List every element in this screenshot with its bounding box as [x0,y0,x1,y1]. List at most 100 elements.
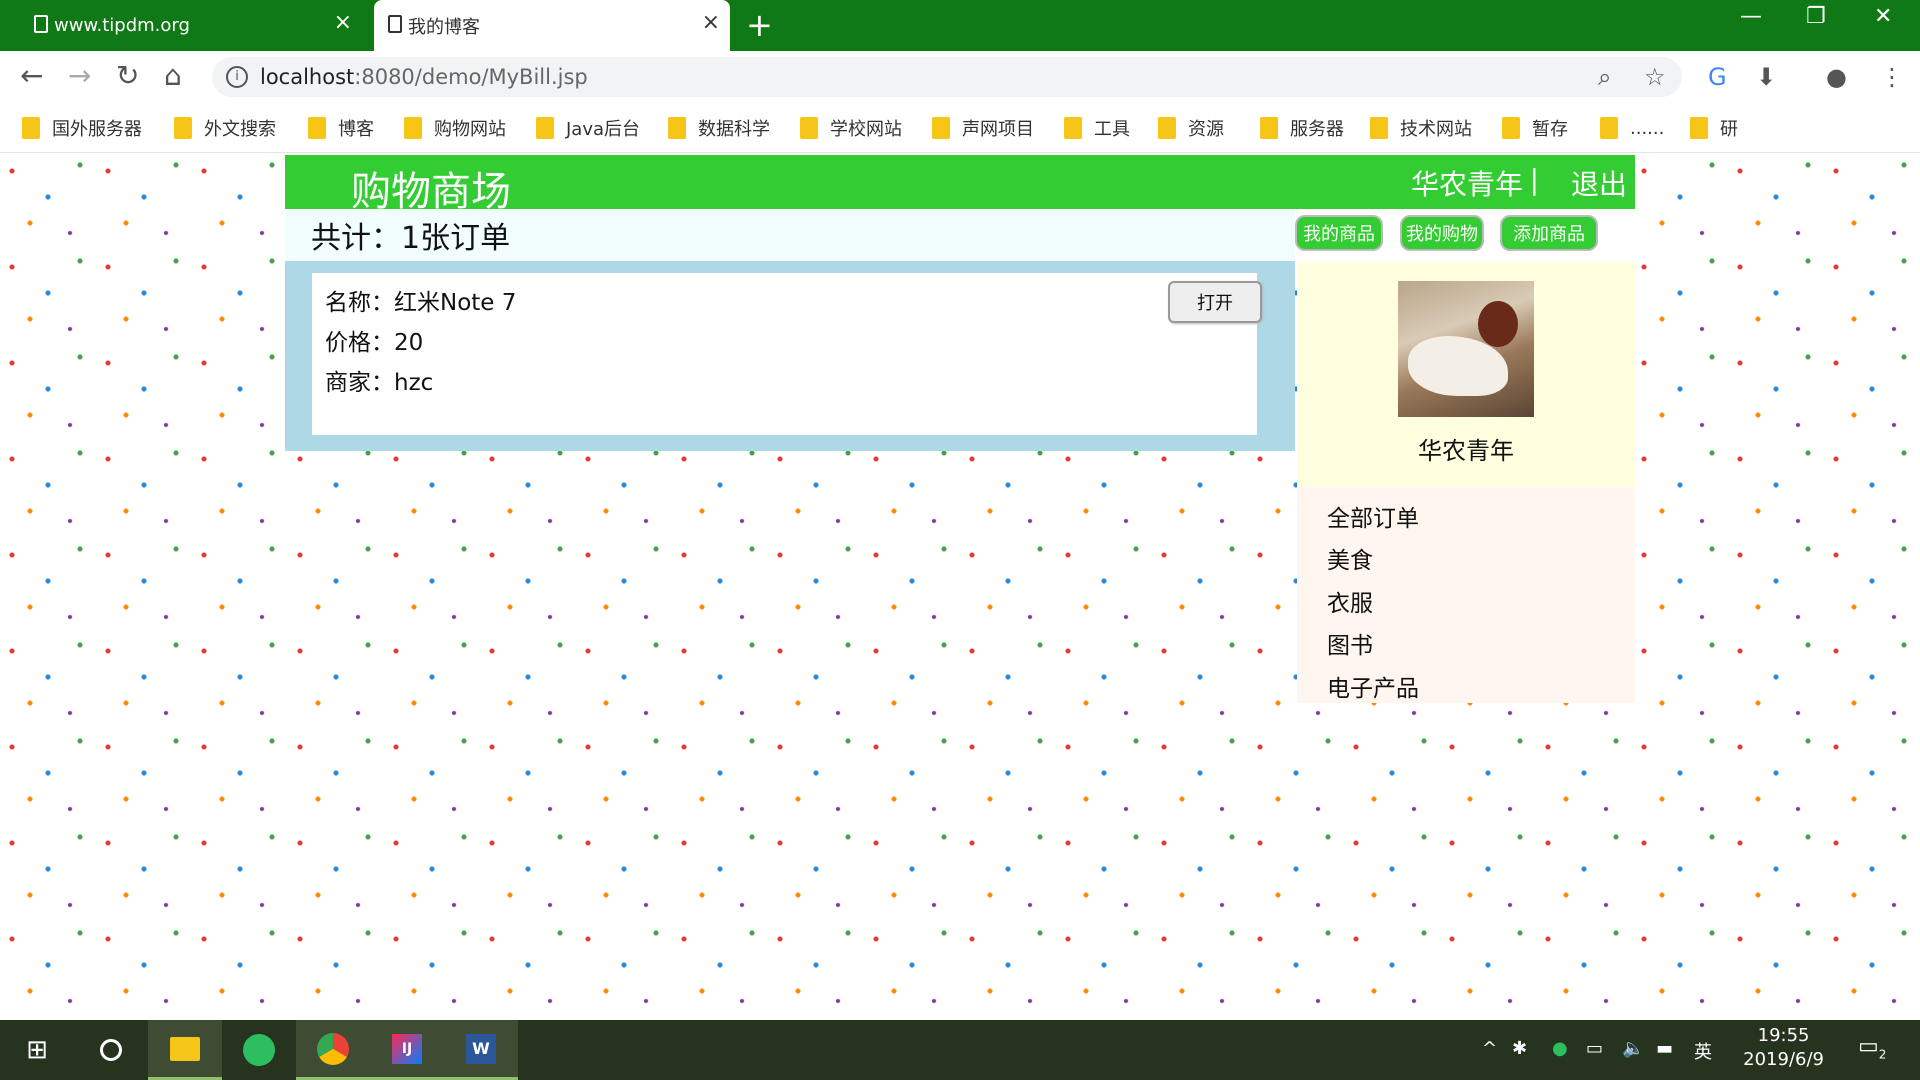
bookmark-folder[interactable]: 研 [1690,115,1738,141]
bookmark-folder[interactable]: 暂存 [1502,115,1568,141]
action-toolbar: 我的商品 我的购物 添加商品 [1295,209,1635,261]
user-link[interactable]: 华农青年 [1411,163,1523,203]
order-count-text: 共计：1张订单 [311,221,511,256]
close-icon[interactable]: × [702,12,720,34]
tray-app-icon[interactable]: ✱ [1512,1038,1527,1059]
folder-icon [174,117,192,139]
folder-icon [932,117,950,139]
category-electronics[interactable]: 电子产品 [1327,669,1419,703]
notification-count: 2 [1878,1047,1887,1062]
bookmark-folder[interactable]: 服务器 [1260,115,1344,141]
bookmark-folder[interactable]: 数据科学 [668,115,770,141]
bookmark-folder[interactable]: 外文搜索 [174,115,276,141]
category-food[interactable]: 美食 [1327,541,1373,575]
category-clothes[interactable]: 衣服 [1327,584,1373,618]
reload-icon[interactable]: ↻ [116,59,139,92]
bookmark-folder[interactable]: 博客 [308,115,374,141]
translate-icon[interactable]: G [1708,63,1727,91]
tab-title: 我的博客 [408,16,480,38]
site-header: 购物商场 华农青年 | 退出 [285,155,1635,215]
folder-icon [1064,117,1082,139]
bookmark-label: Java后台 [566,119,641,140]
notification-icon[interactable]: ▭2 [1858,1034,1886,1061]
menu-icon[interactable]: ⋮ [1880,63,1904,91]
network-icon[interactable]: ▭ [1586,1038,1603,1059]
bookmark-label: 研 [1720,119,1738,140]
bookmarks-bar: 国外服务器 外文搜索 博客 购物网站 Java后台 数据科学 学校网站 声网项目… [0,103,1920,153]
bookmark-label: 工具 [1094,119,1130,140]
folder-icon [536,117,554,139]
bookmark-folder[interactable]: 学校网站 [800,115,902,141]
page-background: 购物商场 华农青年 | 退出 共计：1张订单 我的商品 我的购物 添加商品 名称… [0,153,1920,1020]
tray-evernote-icon[interactable]: ● [1552,1038,1568,1059]
word-icon: W [466,1033,496,1064]
browser-tab-tipdm[interactable]: www.tipdm.org × [20,0,362,51]
order-list: 名称：红米Note 7 价格：20 商家：hzc 打开 [285,261,1295,451]
forward-icon[interactable]: → [68,59,91,92]
bookmark-label: 外文搜索 [204,119,276,140]
new-tab-icon[interactable]: + [746,6,773,44]
open-button[interactable]: 打开 [1168,281,1262,323]
ime-indicator[interactable]: 英 [1694,1038,1712,1064]
taskbar-word[interactable]: W [444,1020,518,1080]
bookmark-folder[interactable]: 国外服务器 [22,115,142,141]
bookmark-folder[interactable]: 技术网站 [1370,115,1472,141]
bookmark-label: 技术网站 [1400,119,1472,140]
bookmark-star-icon[interactable]: ☆ [1644,57,1666,97]
windows-icon: ⊞ [26,1035,48,1065]
zoom-icon[interactable]: ⌕ [1598,57,1611,97]
folder-icon [1600,117,1618,139]
profile-name: 华农青年 [1418,437,1514,465]
browser-tab-strip: www.tipdm.org × 我的博客 × + — ❐ ✕ [0,0,1920,51]
bookmark-folder[interactable]: 声网项目 [932,115,1034,141]
page-icon [34,15,48,33]
volume-icon[interactable]: 🔈 [1622,1038,1644,1059]
profile-icon[interactable]: ● [1826,63,1847,91]
minimize-icon[interactable]: — [1740,4,1762,29]
tray-expand-icon[interactable]: ^ [1482,1038,1497,1059]
clock-time: 19:55 [1757,1025,1810,1046]
tab-title: www.tipdm.org [54,15,190,36]
profile-panel: 华农青年 [1297,261,1635,487]
browser-tab-my-blog[interactable]: 我的博客 × [374,0,730,51]
category-all-orders[interactable]: 全部订单 [1327,499,1419,533]
category-books[interactable]: 图书 [1327,626,1373,660]
battery-icon[interactable]: ▬ [1656,1038,1673,1059]
chrome-icon [317,1032,349,1065]
bookmark-folder[interactable]: 工具 [1064,115,1130,141]
taskbar-file-explorer[interactable] [148,1020,222,1080]
download-icon[interactable]: ⬇ [1756,63,1776,91]
taskbar-intellij[interactable]: IJ [370,1020,444,1080]
search-button[interactable] [74,1020,148,1080]
category-menu: 全部订单 美食 衣服 图书 电子产品 [1297,487,1635,703]
order-summary-bar: 共计：1张订单 [285,209,1295,261]
home-icon[interactable]: ⌂ [164,59,182,92]
bookmark-folder[interactable]: ...... [1600,115,1664,141]
my-shopping-button[interactable]: 我的购物 [1400,215,1484,251]
folder-icon [800,117,818,139]
start-button[interactable]: ⊞ [0,1020,74,1080]
close-icon[interactable]: × [334,12,352,34]
restore-icon[interactable]: ❐ [1806,4,1826,29]
order-card: 名称：红米Note 7 价格：20 商家：hzc 打开 [312,273,1262,435]
evernote-icon [243,1034,275,1066]
add-goods-button[interactable]: 添加商品 [1500,215,1598,251]
folder-icon [1690,117,1708,139]
taskbar-chrome[interactable] [296,1020,370,1080]
window-close-icon[interactable]: ✕ [1874,4,1892,29]
system-clock[interactable]: 19:55 2019/6/9 [1743,1024,1824,1072]
bookmark-folder[interactable]: Java后台 [536,115,640,141]
url-input[interactable]: i localhost:8080/demo/MyBill.jsp ⌕ ☆ [212,57,1682,97]
taskbar-evernote[interactable] [222,1020,296,1080]
bookmark-label: ...... [1630,117,1665,139]
back-icon[interactable]: ← [20,59,43,92]
my-goods-button[interactable]: 我的商品 [1295,215,1383,251]
info-icon[interactable]: i [226,66,248,88]
bookmark-folder[interactable]: 资源 [1158,115,1224,141]
bookmark-label: 服务器 [1290,119,1344,140]
address-bar: ← → ↻ ⌂ i localhost:8080/demo/MyBill.jsp… [0,51,1920,103]
logout-link[interactable]: 退出 [1571,163,1627,203]
search-circle-icon [100,1039,122,1061]
bookmark-folder[interactable]: 购物网站 [404,115,506,141]
intellij-icon: IJ [392,1033,422,1064]
